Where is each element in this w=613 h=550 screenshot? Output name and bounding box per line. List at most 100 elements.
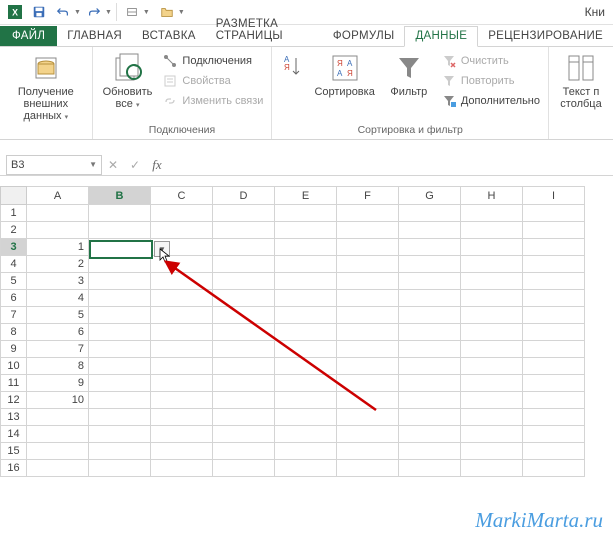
cell-B7[interactable] [89, 307, 151, 324]
tab-review[interactable]: РЕЦЕНЗИРОВАНИЕ [478, 27, 613, 46]
cell-C15[interactable] [151, 443, 213, 460]
cell-F16[interactable] [337, 460, 399, 477]
cell-G11[interactable] [399, 375, 461, 392]
cell-F6[interactable] [337, 290, 399, 307]
cell-E3[interactable] [275, 239, 337, 256]
cell-H8[interactable] [461, 324, 523, 341]
cell-F10[interactable] [337, 358, 399, 375]
column-header-A[interactable]: A [27, 187, 89, 205]
cell-I13[interactable] [523, 409, 585, 426]
column-header-H[interactable]: H [461, 187, 523, 205]
filter-button[interactable]: Фильтр [383, 50, 435, 100]
column-header-B[interactable]: B [89, 187, 151, 205]
insert-function-icon[interactable]: fx [146, 157, 168, 173]
spreadsheet-grid[interactable]: ABCDEFGHI1231425364758697108119121013141… [0, 186, 613, 477]
sort-button[interactable]: ЯААЯ Сортировка [310, 50, 378, 100]
row-header-15[interactable]: 15 [1, 443, 27, 460]
cell-D11[interactable] [213, 375, 275, 392]
cell-H5[interactable] [461, 273, 523, 290]
cell-B14[interactable] [89, 426, 151, 443]
cell-F8[interactable] [337, 324, 399, 341]
connections-button[interactable]: Подключения [160, 52, 265, 70]
cell-E14[interactable] [275, 426, 337, 443]
cell-C9[interactable] [151, 341, 213, 358]
cell-E6[interactable] [275, 290, 337, 307]
row-header-4[interactable]: 4 [1, 256, 27, 273]
name-box[interactable]: B3 ▼ [6, 155, 102, 175]
tab-insert[interactable]: ВСТАВКА [132, 27, 206, 46]
cell-C1[interactable] [151, 205, 213, 222]
cell-H1[interactable] [461, 205, 523, 222]
cell-D5[interactable] [213, 273, 275, 290]
column-header-C[interactable]: C [151, 187, 213, 205]
cell-F13[interactable] [337, 409, 399, 426]
tab-data[interactable]: ДАННЫЕ [404, 26, 478, 47]
customize-qat-icon[interactable]: ▼ [143, 9, 150, 16]
row-header-7[interactable]: 7 [1, 307, 27, 324]
cell-G3[interactable] [399, 239, 461, 256]
redo-dropdown-icon[interactable]: ▼ [105, 9, 112, 16]
cell-C2[interactable] [151, 222, 213, 239]
cell-D7[interactable] [213, 307, 275, 324]
cell-F1[interactable] [337, 205, 399, 222]
cell-E5[interactable] [275, 273, 337, 290]
cell-D1[interactable] [213, 205, 275, 222]
cell-I4[interactable] [523, 256, 585, 273]
cell-C6[interactable] [151, 290, 213, 307]
cell-G9[interactable] [399, 341, 461, 358]
row-header-11[interactable]: 11 [1, 375, 27, 392]
cell-A16[interactable] [27, 460, 89, 477]
row-header-12[interactable]: 12 [1, 392, 27, 409]
cell-B16[interactable] [89, 460, 151, 477]
cell-E8[interactable] [275, 324, 337, 341]
cell-H10[interactable] [461, 358, 523, 375]
cell-H11[interactable] [461, 375, 523, 392]
cell-F4[interactable] [337, 256, 399, 273]
column-header-E[interactable]: E [275, 187, 337, 205]
row-header-16[interactable]: 16 [1, 460, 27, 477]
cell-F12[interactable] [337, 392, 399, 409]
data-validation-dropdown-icon[interactable]: ▼ [154, 241, 170, 257]
cell-E12[interactable] [275, 392, 337, 409]
cell-A4[interactable]: 2 [27, 256, 89, 273]
cell-F14[interactable] [337, 426, 399, 443]
open-dropdown-icon[interactable]: ▼ [178, 9, 185, 16]
cell-A9[interactable]: 7 [27, 341, 89, 358]
open-icon[interactable] [156, 1, 178, 23]
cell-E1[interactable] [275, 205, 337, 222]
cell-G6[interactable] [399, 290, 461, 307]
text-to-columns-button[interactable]: Текст п столбца [555, 50, 607, 112]
cell-A12[interactable]: 10 [27, 392, 89, 409]
tab-file[interactable]: ФАЙЛ [0, 26, 57, 46]
cell-C8[interactable] [151, 324, 213, 341]
cell-G15[interactable] [399, 443, 461, 460]
touch-mode-icon[interactable] [121, 1, 143, 23]
cell-B6[interactable] [89, 290, 151, 307]
sort-az-button[interactable]: АЯ [278, 50, 306, 88]
cell-D13[interactable] [213, 409, 275, 426]
cell-G10[interactable] [399, 358, 461, 375]
cell-D8[interactable] [213, 324, 275, 341]
cell-F7[interactable] [337, 307, 399, 324]
cell-C11[interactable] [151, 375, 213, 392]
row-header-9[interactable]: 9 [1, 341, 27, 358]
cell-C4[interactable] [151, 256, 213, 273]
tab-home[interactable]: ГЛАВНАЯ [57, 27, 132, 46]
cell-F2[interactable] [337, 222, 399, 239]
cell-G2[interactable] [399, 222, 461, 239]
cell-C10[interactable] [151, 358, 213, 375]
cell-B9[interactable] [89, 341, 151, 358]
cell-G4[interactable] [399, 256, 461, 273]
undo-dropdown-icon[interactable]: ▼ [74, 9, 81, 16]
cell-E7[interactable] [275, 307, 337, 324]
cell-G13[interactable] [399, 409, 461, 426]
cell-C16[interactable] [151, 460, 213, 477]
cell-I1[interactable] [523, 205, 585, 222]
cell-D10[interactable] [213, 358, 275, 375]
cell-F9[interactable] [337, 341, 399, 358]
cell-G16[interactable] [399, 460, 461, 477]
cell-I6[interactable] [523, 290, 585, 307]
cell-H16[interactable] [461, 460, 523, 477]
cell-A1[interactable] [27, 205, 89, 222]
cell-I11[interactable] [523, 375, 585, 392]
